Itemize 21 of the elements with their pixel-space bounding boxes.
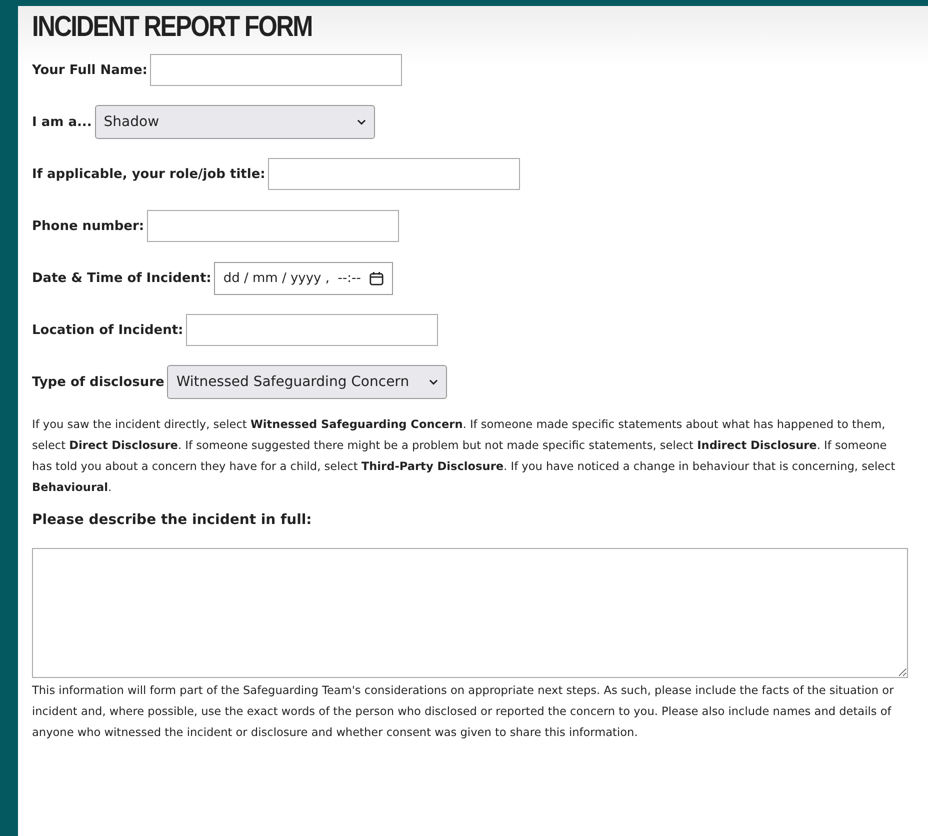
text-input-field[interactable] [268, 158, 520, 190]
field-label: Date & Time of Incident: [32, 270, 212, 286]
caret-icon [429, 379, 438, 385]
form-title: INCIDENT REPORT FORM [32, 10, 313, 44]
date-time-field[interactable]: dd / mm / yyyy , --:-- [214, 262, 393, 294]
field-label: I am a... [32, 114, 92, 130]
dropdown[interactable]: Witnessed Safeguarding Concern [167, 365, 448, 399]
text-input-field[interactable] [186, 314, 438, 346]
disclosure-help-text: If you saw the incident directly, select Witnessed Safeguarding Concern. If someone made specific statements about what has happened to them, select Direct Disclosure. If someone suggested there might be a problem but not made specific statements, select Indirect Disclosure. If someone has told you about a concern they have for a child, select Third-Party Disclosure. If you have noticed a change in behaviour that is concerning, select Behavioural. [32, 417, 896, 496]
field-label: Phone number: [32, 218, 144, 234]
text-input-field[interactable] [150, 54, 402, 86]
text-input-field[interactable] [147, 210, 400, 242]
field-label: If applicable, your role/job title: [32, 166, 266, 182]
field-label: Type of disclosure [32, 374, 164, 390]
dropdown[interactable]: Shadow [94, 105, 375, 139]
field-label: Location of Incident: [32, 322, 184, 338]
caret-icon [356, 119, 366, 125]
description-label: Please describe the incident in full: [32, 512, 313, 528]
field-label: Your Full Name: [32, 62, 148, 78]
calendar-icon [368, 270, 384, 286]
description-help-text: This information will form part of the Safeguarding Team's considerations on appropriate next steps. As such, please include the facts of the situation or incident and, where possible, use the exact words of the person who disclosed or reported the concern to you. Please also include names and details of anyone who witnessed the incident or disclosure and whether consent was given to share this information. [32, 683, 895, 741]
